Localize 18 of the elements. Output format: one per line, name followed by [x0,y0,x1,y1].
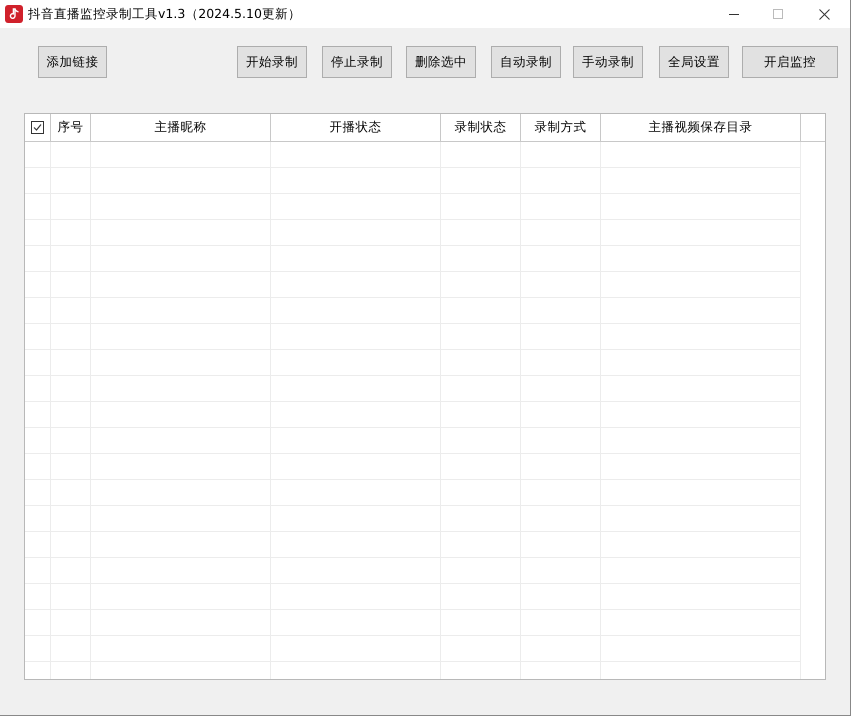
toolbar-button[interactable]: 自动录制 [491,46,561,78]
column-header[interactable]: 主播视频保存目录 [601,114,801,141]
column-header[interactable]: 序号 [51,114,91,141]
window-title: 抖音直播监控录制工具v1.3（2024.5.10更新） [28,4,301,23]
toolbar-button[interactable]: 停止录制 [322,46,392,78]
toolbar-button[interactable]: 开启监控 [742,46,838,78]
column-header[interactable]: 录制状态 [441,114,521,141]
column-header[interactable]: 主播昵称 [91,114,271,141]
toolbar-button[interactable]: 删除选中 [406,46,476,78]
column-header[interactable]: 开播状态 [271,114,441,141]
app-icon [5,5,23,23]
toolbar-button[interactable]: 开始录制 [237,46,307,78]
toolbar-button[interactable]: 添加链接 [38,46,107,78]
toolbar-button[interactable]: 全局设置 [659,46,729,78]
column-header[interactable]: 录制方式 [521,114,601,141]
select-all-checkbox[interactable] [31,121,44,134]
toolbar-button[interactable]: 手动录制 [573,46,643,78]
close-icon[interactable] [819,8,830,20]
